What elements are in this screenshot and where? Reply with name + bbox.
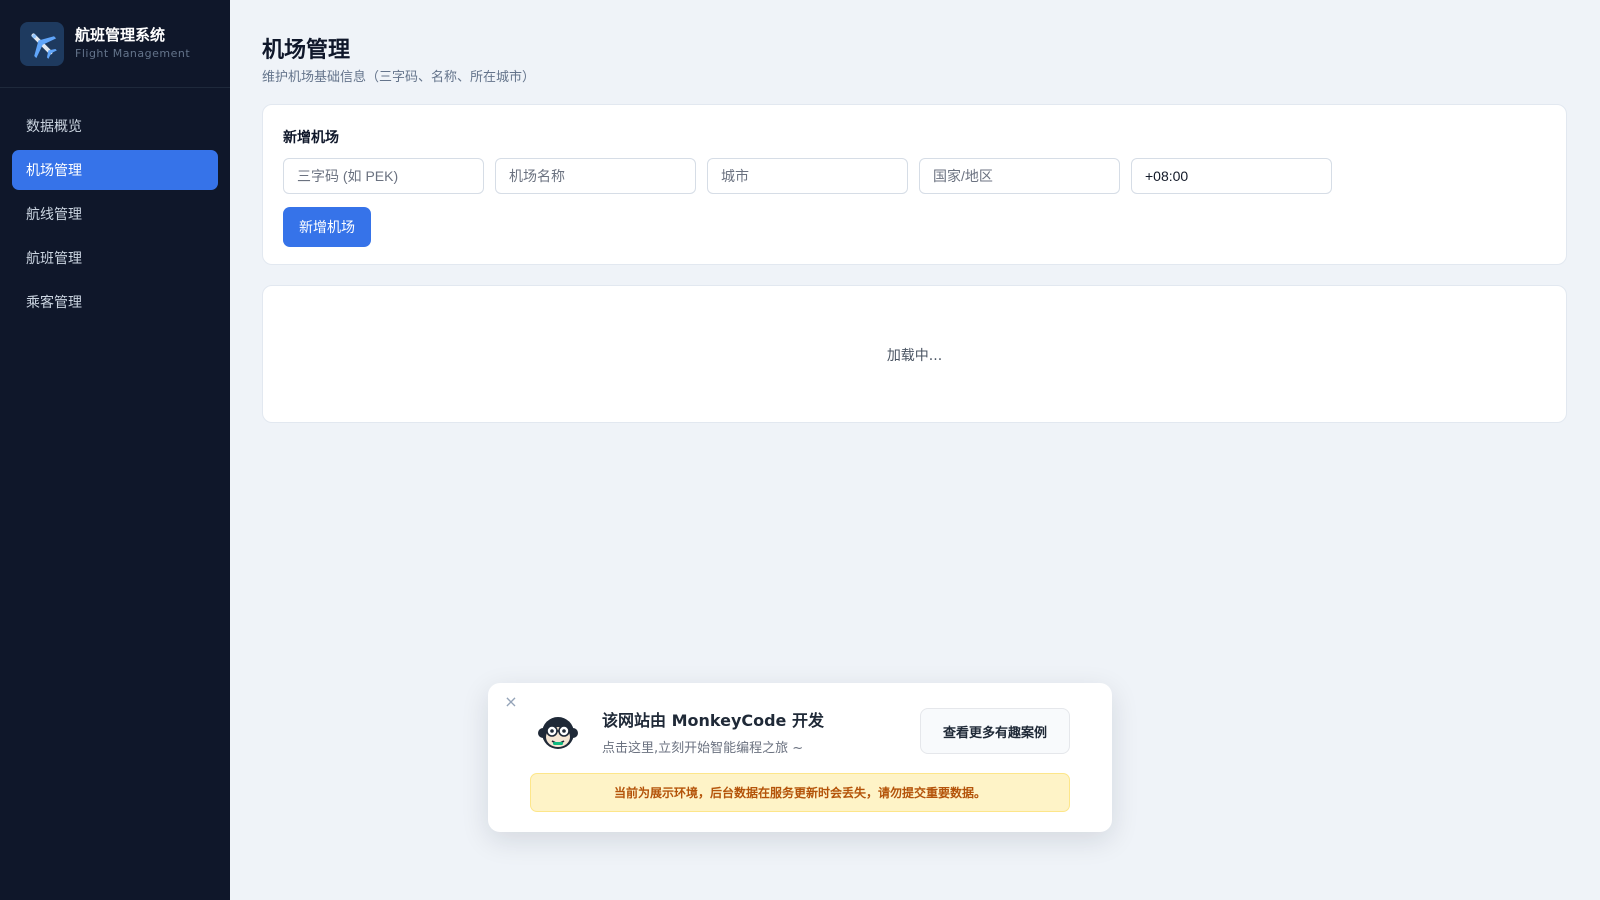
brand-title: 航班管理系统 (75, 26, 166, 44)
demo-warning-banner: 当前为展示环境，后台数据在服务更新时会丢失，请勿提交重要数据。 (530, 773, 1070, 812)
sidebar-item-routes[interactable]: 航线管理 (12, 194, 218, 234)
add-airport-card: 新增机场 新增机场 (262, 104, 1567, 265)
add-airport-fields (283, 158, 1343, 194)
sidebar-item-flights[interactable]: 航班管理 (12, 238, 218, 278)
timezone-input[interactable] (1131, 158, 1332, 194)
brand: 航班管理系统 Flight Management (0, 0, 230, 88)
sidebar-item-dashboard[interactable]: 数据概览 (12, 106, 218, 146)
add-airport-button[interactable]: 新增机场 (283, 207, 371, 247)
more-cases-button[interactable]: 查看更多有趣案例 (920, 708, 1070, 754)
iata-code-input[interactable] (283, 158, 484, 194)
promo-title: 该网站由 MonkeyCode 开发 (602, 711, 824, 730)
promo-popup: × 该网站由 MonkeyCode 开发 点击这里,立刻开始智能编程之旅 ~ 查… (488, 683, 1112, 832)
add-airport-title: 新增机场 (283, 130, 339, 146)
monkey-icon (536, 711, 580, 755)
sidebar-item-passengers[interactable]: 乘客管理 (12, 282, 218, 322)
promo-description[interactable]: 点击这里,立刻开始智能编程之旅 ~ (602, 737, 803, 756)
airport-name-input[interactable] (495, 158, 696, 194)
page-title: 机场管理 (262, 38, 351, 63)
sidebar: 航班管理系统 Flight Management 数据概览 机场管理 航线管理 … (0, 0, 230, 900)
airplane-icon (20, 21, 64, 66)
loading-text: 加载中... (886, 348, 943, 364)
sidebar-item-airports[interactable]: 机场管理 (12, 150, 218, 190)
close-icon[interactable]: × (504, 694, 518, 710)
brand-subtitle: Flight Management (75, 47, 191, 60)
city-input[interactable] (707, 158, 908, 194)
sidebar-nav: 数据概览 机场管理 航线管理 航班管理 乘客管理 (0, 88, 230, 322)
airport-list-card: 加载中... (262, 285, 1567, 423)
page-subtitle: 维护机场基础信息（三字码、名称、所在城市） (262, 70, 536, 85)
country-region-input[interactable] (919, 158, 1120, 194)
